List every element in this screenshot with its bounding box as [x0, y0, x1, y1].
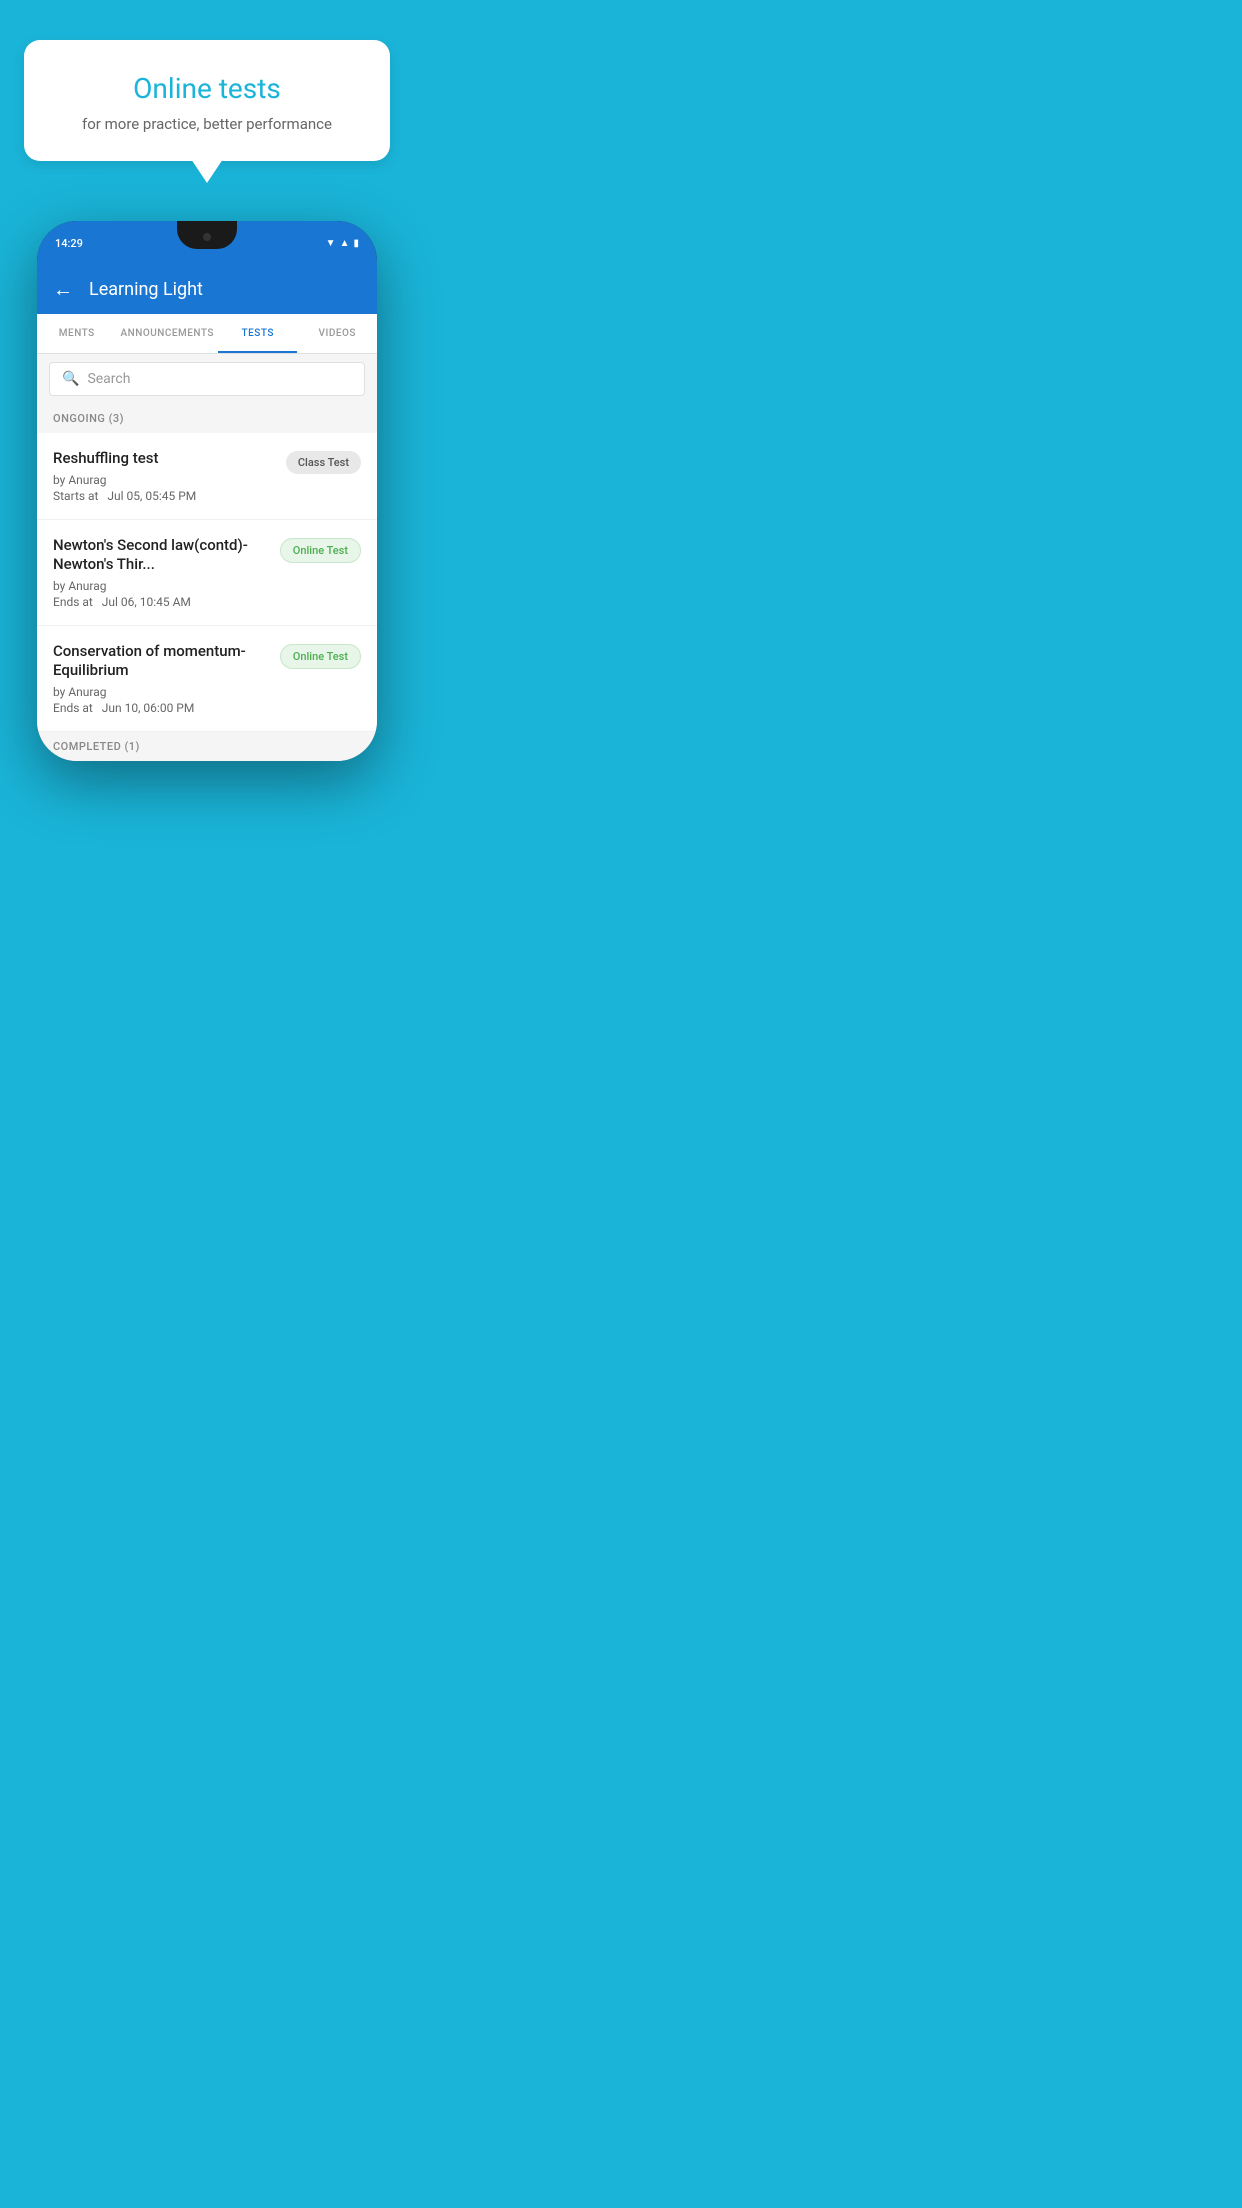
phone-mockup: 14:29 ▼ ▲ ▮ ← Learning Light MENTS ANNOU…: [37, 221, 377, 761]
search-icon: 🔍: [62, 371, 79, 387]
test-author: by Anurag: [53, 685, 268, 699]
wifi-icon: ▼: [326, 238, 336, 249]
test-time: Ends at Jun 10, 06:00 PM: [53, 701, 268, 715]
test-author: by Anurag: [53, 579, 268, 593]
status-icons: ▼ ▲ ▮: [326, 238, 359, 249]
signal-icon: ▲: [340, 238, 350, 249]
app-title: Learning Light: [89, 279, 203, 300]
speech-bubble: Online tests for more practice, better p…: [24, 40, 390, 161]
test-info: Newton's Second law(contd)-Newton's Thir…: [53, 536, 280, 609]
test-item[interactable]: Conservation of momentum-Equilibrium by …: [37, 626, 377, 732]
test-author: by Anurag: [53, 473, 274, 487]
search-placeholder: Search: [87, 371, 130, 387]
search-box[interactable]: 🔍 Search: [49, 362, 365, 396]
test-badge-class: Class Test: [286, 451, 361, 474]
promo-title: Online tests: [52, 72, 362, 105]
test-info: Conservation of momentum-Equilibrium by …: [53, 642, 280, 715]
tab-videos[interactable]: VIDEOS: [297, 314, 377, 353]
tests-list: Reshuffling test by Anurag Starts at Jul…: [37, 433, 377, 732]
test-info: Reshuffling test by Anurag Starts at Jul…: [53, 449, 286, 503]
notch: [177, 221, 237, 249]
test-title: Conservation of momentum-Equilibrium: [53, 642, 268, 681]
status-time: 14:29: [55, 237, 83, 250]
promo-section: Online tests for more practice, better p…: [0, 0, 414, 161]
tab-ments[interactable]: MENTS: [37, 314, 117, 353]
phone-screen: MENTS ANNOUNCEMENTS TESTS VIDEOS 🔍 Searc…: [37, 314, 377, 761]
test-badge-online: Online Test: [280, 538, 361, 563]
test-title: Reshuffling test: [53, 449, 274, 469]
test-item[interactable]: Newton's Second law(contd)-Newton's Thir…: [37, 520, 377, 626]
search-container: 🔍 Search: [37, 354, 377, 404]
completed-header: COMPLETED (1): [37, 732, 377, 761]
test-time: Starts at Jul 05, 05:45 PM: [53, 489, 274, 503]
back-button[interactable]: ←: [53, 277, 73, 302]
phone-frame: 14:29 ▼ ▲ ▮ ← Learning Light MENTS ANNOU…: [37, 221, 377, 761]
test-time: Ends at Jul 06, 10:45 AM: [53, 595, 268, 609]
test-badge-online: Online Test: [280, 644, 361, 669]
tab-announcements[interactable]: ANNOUNCEMENTS: [117, 314, 218, 353]
tabs-bar: MENTS ANNOUNCEMENTS TESTS VIDEOS: [37, 314, 377, 354]
test-item[interactable]: Reshuffling test by Anurag Starts at Jul…: [37, 433, 377, 520]
app-bar: ← Learning Light: [37, 265, 377, 314]
ongoing-header: ONGOING (3): [37, 404, 377, 433]
camera: [203, 233, 211, 241]
status-bar: 14:29 ▼ ▲ ▮: [37, 221, 377, 265]
test-title: Newton's Second law(contd)-Newton's Thir…: [53, 536, 268, 575]
tab-tests[interactable]: TESTS: [218, 314, 298, 353]
promo-subtitle: for more practice, better performance: [52, 115, 362, 133]
battery-icon: ▮: [353, 238, 359, 249]
